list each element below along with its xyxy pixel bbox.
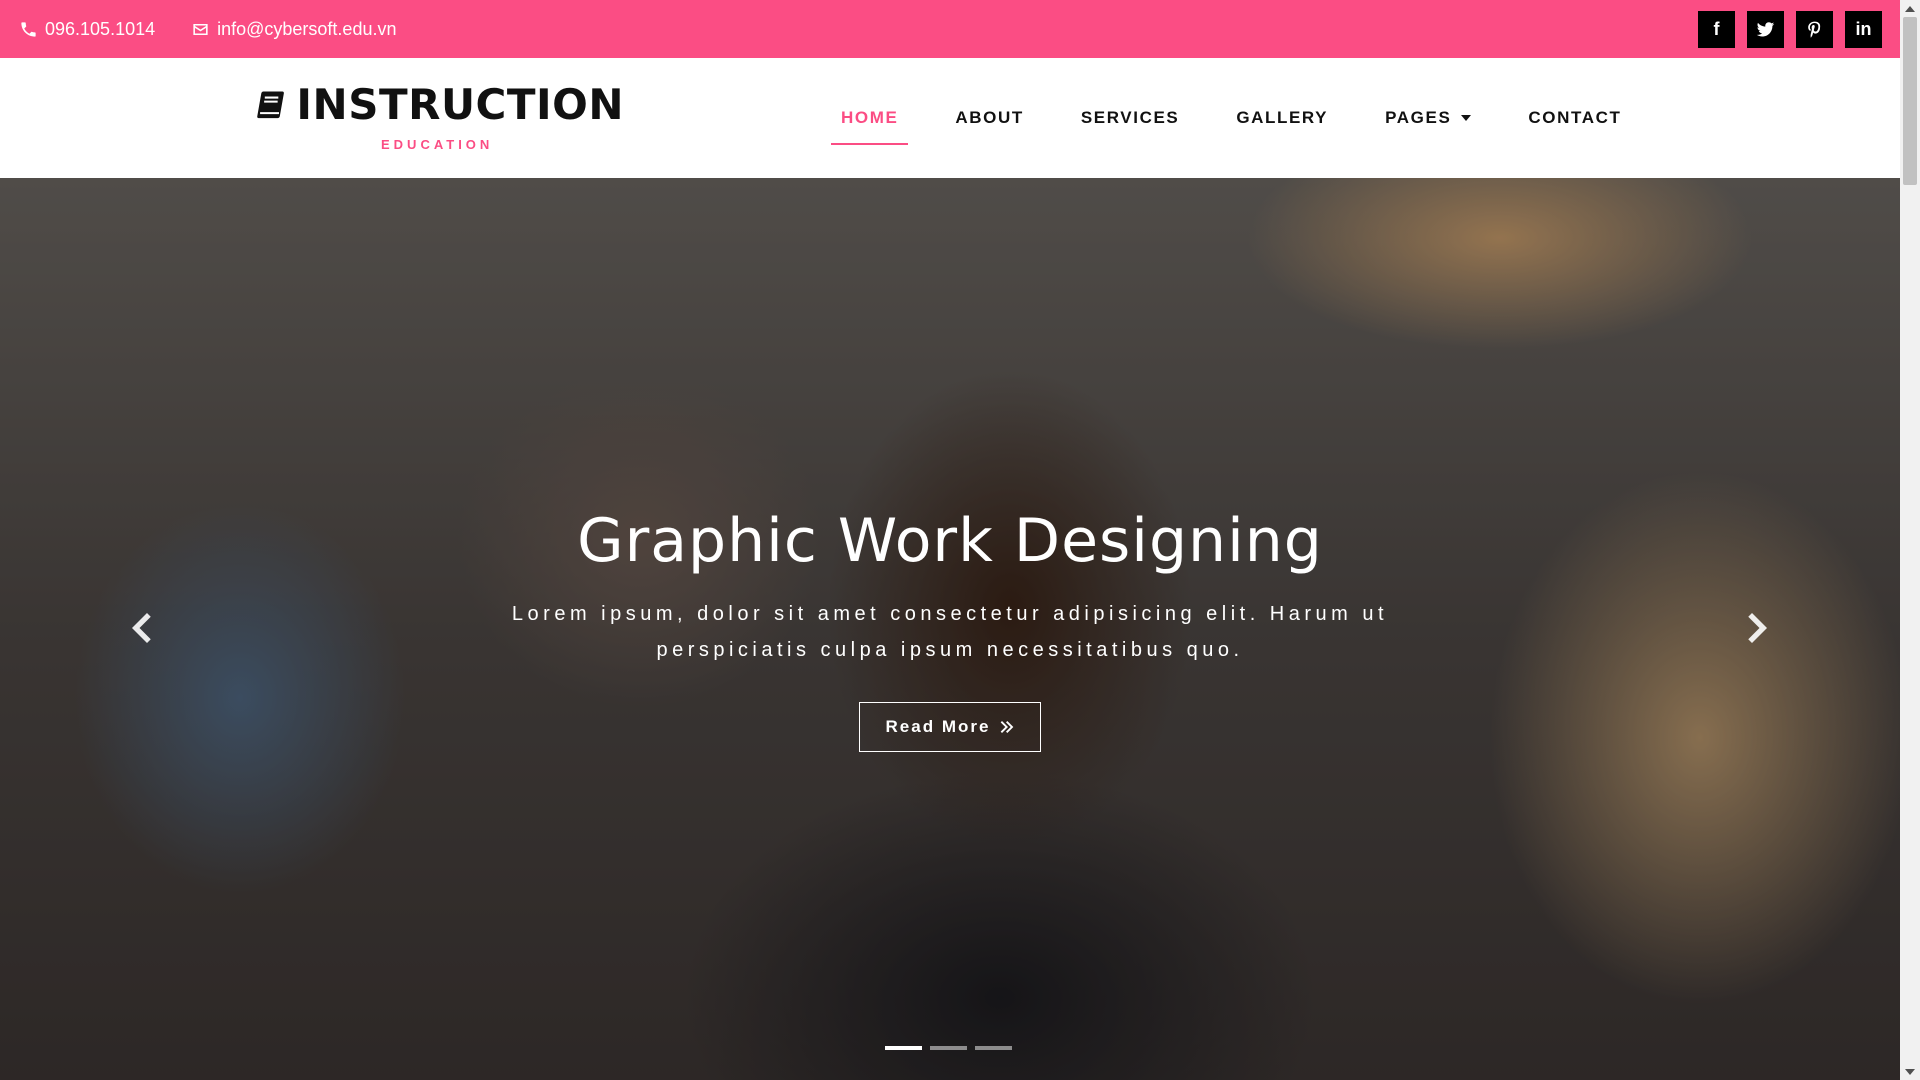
caret-down-icon [1461, 115, 1472, 121]
brand-subtitle: EDUCATION [381, 137, 494, 152]
email-address: info@cybersoft.edu.vn [217, 18, 397, 39]
scroll-down-button[interactable] [1900, 1063, 1920, 1080]
hero-carousel: Graphic Work Designing Lorem ipsum, dolo… [0, 178, 1900, 1080]
phone-icon [21, 21, 36, 37]
hero-description: Lorem ipsum, dolor sit amet consectetur … [511, 603, 1389, 661]
envelope-icon [193, 23, 208, 35]
nav-contact[interactable]: CONTACT [1518, 91, 1631, 145]
hero-title: Graphic Work Designing [577, 506, 1323, 576]
main-nav: HOME ABOUT SERVICES GALLERY PAGES CONTAC… [831, 58, 1668, 178]
scroll-thumb[interactable] [1903, 17, 1917, 185]
nav-about-label: ABOUT [955, 108, 1024, 127]
contact-info: 096.105.1014 info@cybersoft.edu.vn [19, 19, 396, 40]
nav-services[interactable]: SERVICES [1071, 91, 1189, 145]
facebook-icon: f [1713, 18, 1720, 39]
chevron-left-icon [132, 613, 151, 643]
social-links: f in [1698, 10, 1882, 48]
nav-home-label: HOME [841, 108, 899, 127]
nav-gallery[interactable]: GALLERY [1226, 91, 1338, 145]
read-more-button[interactable]: Read More [858, 702, 1042, 752]
facebook-button[interactable]: f [1698, 10, 1735, 48]
nav-gallery-label: GALLERY [1236, 108, 1329, 127]
scroll-up-arrow-icon [1905, 5, 1915, 12]
phone-contact[interactable]: 096.105.1014 [19, 19, 155, 40]
carousel-indicator-1[interactable] [885, 1046, 922, 1050]
double-chevron-right-icon [1001, 721, 1014, 733]
linkedin-icon: in [1855, 18, 1872, 39]
read-more-label: Read More [885, 717, 991, 736]
chevron-right-icon [1748, 613, 1767, 643]
nav-pages-dropdown[interactable]: PAGES [1375, 91, 1481, 145]
twitter-icon [1756, 21, 1775, 36]
carousel-indicator-2[interactable] [930, 1046, 967, 1050]
scroll-up-button[interactable] [1900, 0, 1920, 17]
carousel-prev-button[interactable] [127, 608, 157, 648]
brand-row: INSTRUCTION [254, 80, 624, 129]
brand-logo[interactable]: INSTRUCTION EDUCATION [254, 80, 624, 152]
nav-about[interactable]: ABOUT [945, 91, 1033, 145]
brand-title: INSTRUCTION [296, 80, 624, 129]
email-contact[interactable]: info@cybersoft.edu.vn [191, 19, 396, 40]
scroll-down-arrow-icon [1905, 1068, 1915, 1075]
twitter-button[interactable] [1747, 10, 1784, 48]
nav-pages-label: PAGES [1385, 108, 1452, 127]
pinterest-icon [1808, 21, 1821, 38]
carousel-indicator-3[interactable] [975, 1046, 1012, 1050]
pinterest-button[interactable] [1796, 10, 1833, 48]
site-header: INSTRUCTION EDUCATION HOME ABOUT SERVICE… [0, 58, 1900, 178]
hero-caption: Graphic Work Designing Lorem ipsum, dolo… [0, 506, 1900, 752]
nav-services-label: SERVICES [1080, 108, 1180, 127]
phone-number: 096.105.1014 [45, 18, 156, 39]
top-bar: 096.105.1014 info@cybersoft.edu.vn f in [0, 0, 1900, 58]
page-scrollbar[interactable] [1900, 0, 1920, 1080]
linkedin-button[interactable]: in [1845, 10, 1882, 48]
carousel-next-button[interactable] [1742, 608, 1772, 648]
nav-contact-label: CONTACT [1528, 108, 1622, 127]
nav-home[interactable]: HOME [831, 91, 909, 145]
carousel-indicators [885, 1046, 1012, 1050]
book-icon [257, 90, 284, 118]
